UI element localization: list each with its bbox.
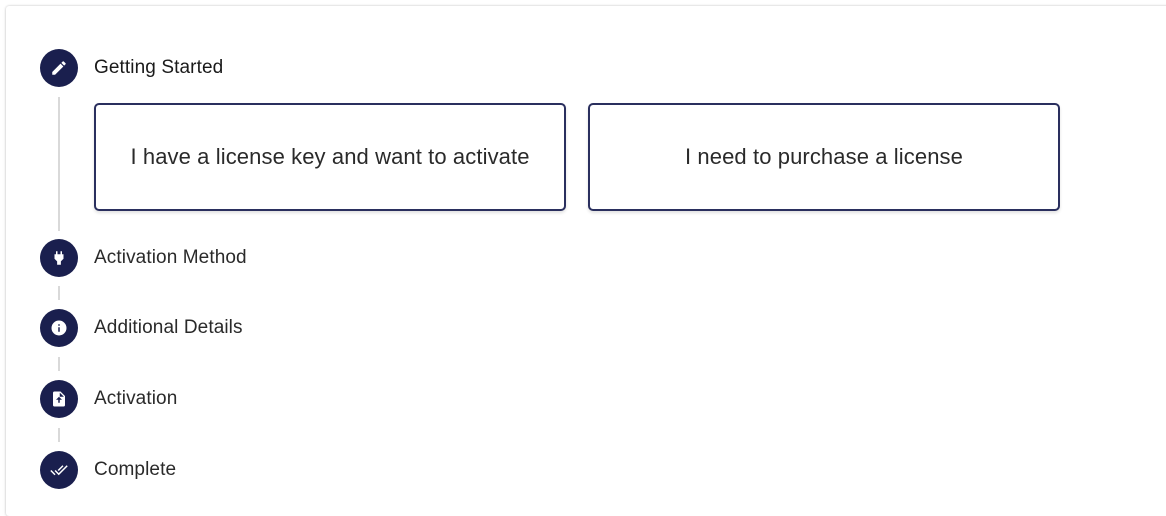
step-connector xyxy=(58,286,60,300)
step-label: Getting Started xyxy=(94,57,224,78)
pencil-icon xyxy=(40,49,78,87)
have-license-key-option[interactable]: I have a license key and want to activat… xyxy=(94,103,566,211)
step-complete[interactable]: Complete xyxy=(40,451,176,489)
step-activation-method[interactable]: Activation Method xyxy=(40,239,247,277)
step-additional-details[interactable]: Additional Details xyxy=(40,309,243,347)
done-all-icon xyxy=(40,451,78,489)
info-icon xyxy=(40,309,78,347)
step-label: Complete xyxy=(94,459,177,480)
step-activation[interactable]: Activation xyxy=(40,380,177,418)
step-connector xyxy=(58,428,60,442)
purchase-license-option[interactable]: I need to purchase a license xyxy=(588,103,1060,211)
step-label: Activation Method xyxy=(94,247,247,268)
plug-icon xyxy=(40,239,78,277)
step-label: Additional Details xyxy=(94,317,243,338)
step-connector xyxy=(58,97,60,231)
step-connector xyxy=(58,357,60,371)
step-label: Activation xyxy=(94,388,178,409)
step-getting-started[interactable]: Getting Started xyxy=(40,49,223,87)
file-upload-icon xyxy=(40,380,78,418)
